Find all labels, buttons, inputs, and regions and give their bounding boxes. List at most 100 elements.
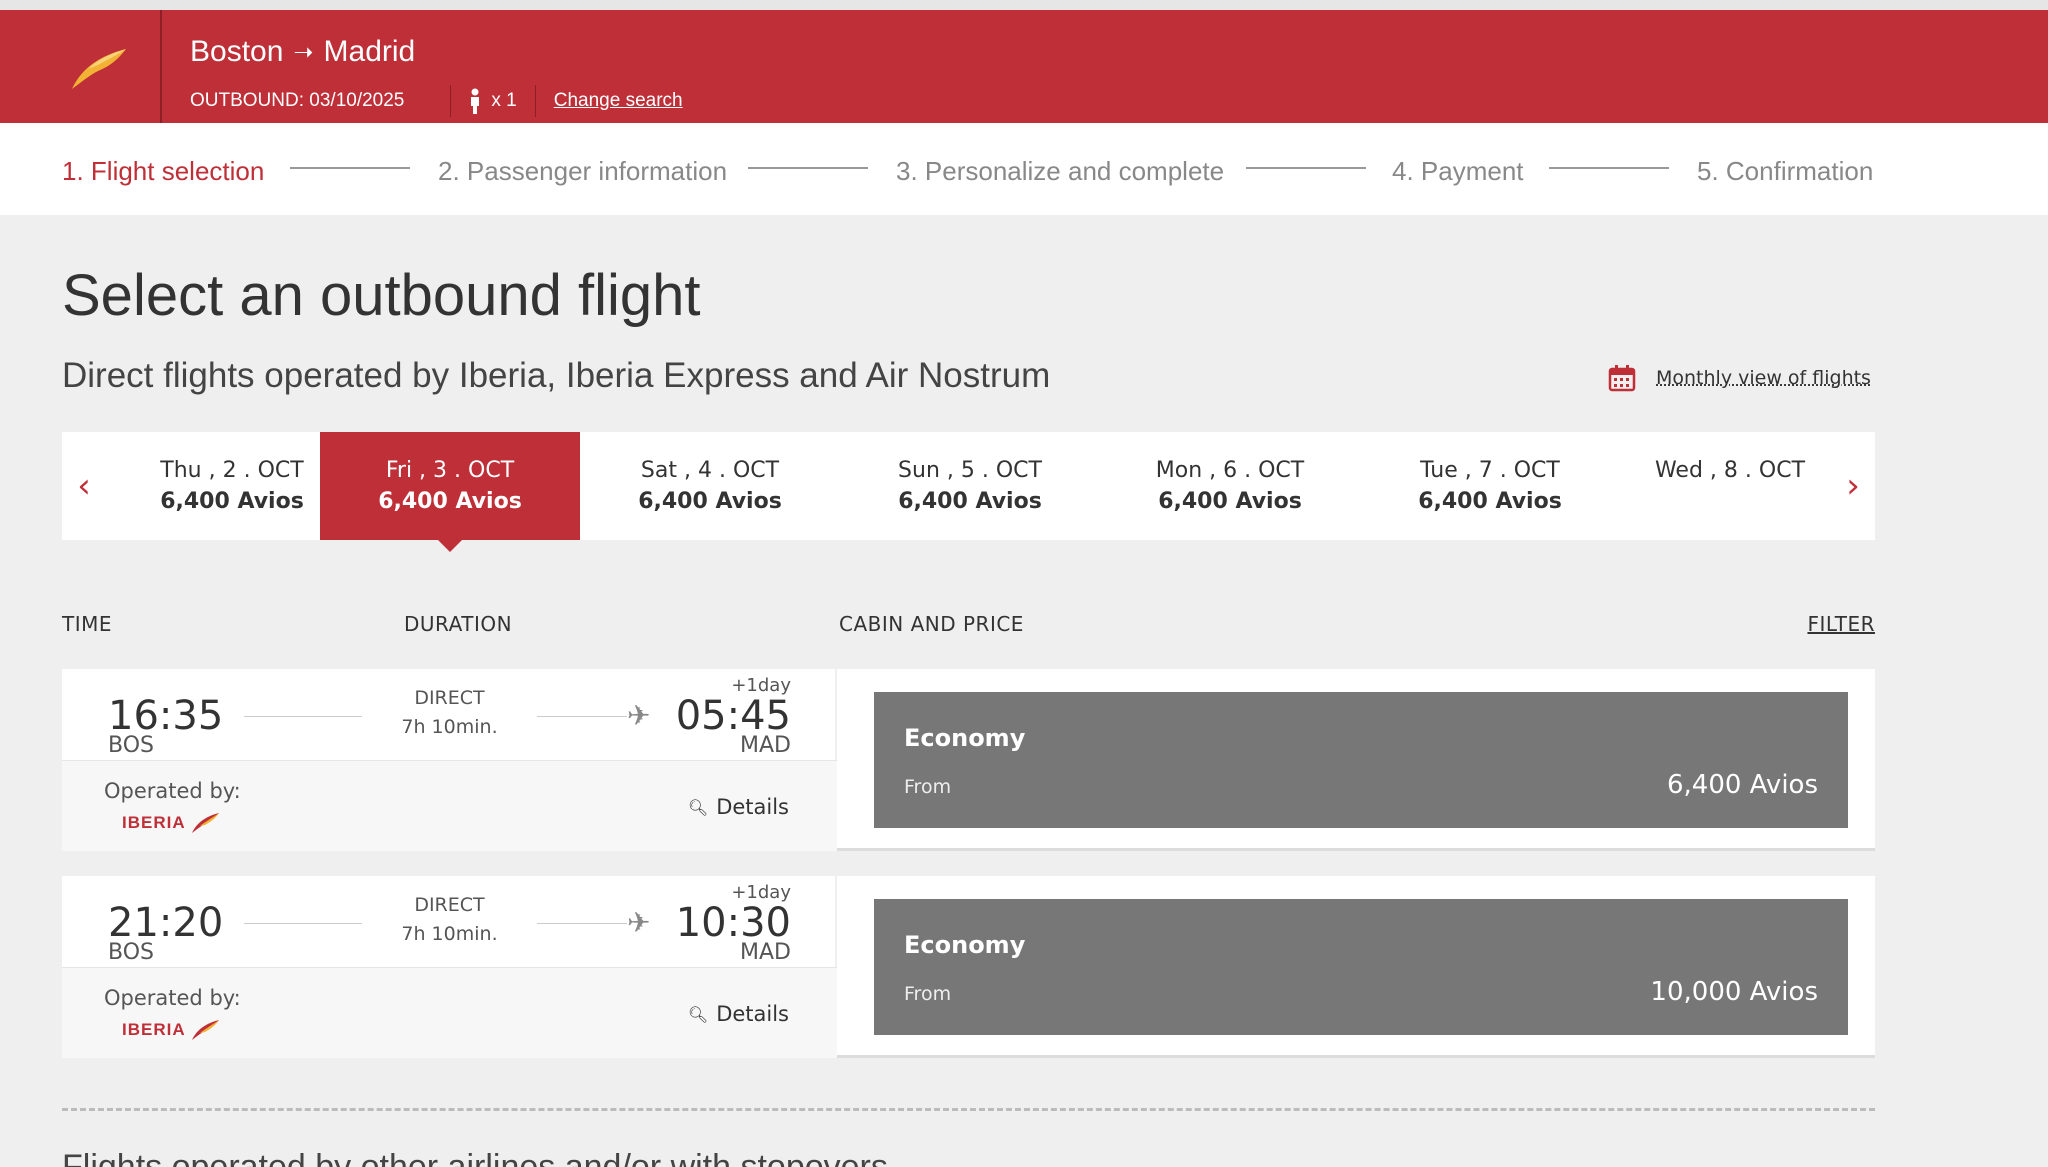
iberia-airline-logo: IBERIA <box>122 811 220 835</box>
from-label: From <box>904 776 952 798</box>
divider <box>534 85 536 117</box>
route-title: Boston ➝ Madrid <box>190 35 415 69</box>
flight-duration: 7h 10min. <box>401 923 498 945</box>
search-summary: OUTBOUND: 03/10/2025 x 1 Change search <box>190 85 683 117</box>
date-option-selected[interactable]: Fri , 3 . OCT 6,400 Avios <box>320 432 580 552</box>
flight-info: 21:20 BOS DIRECT 7h 10min. ✈ +1day 10:30… <box>62 876 837 1058</box>
iberia-wing-icon <box>191 1020 219 1040</box>
route-line <box>537 923 627 924</box>
cabin-name: Economy <box>904 931 1026 959</box>
date-option[interactable]: Wed , 8 . OCT <box>1620 432 1835 540</box>
date-day: Tue , 7 . OCT <box>1420 458 1560 483</box>
flight-times: 21:20 BOS DIRECT 7h 10min. ✈ +1day 10:30… <box>62 876 837 968</box>
date-carousel: ‹ Thu , 2 . OCT 6,400 Avios Fri , 3 . OC… <box>62 432 1875 552</box>
column-duration: DURATION <box>404 612 513 636</box>
step-divider <box>1246 167 1366 169</box>
date-price: 6,400 Avios <box>378 489 522 514</box>
operated-by-label: Operated by: <box>104 986 241 1010</box>
date-option[interactable]: Tue , 7 . OCT 6,400 Avios <box>1360 432 1620 540</box>
chevron-right-icon[interactable]: › <box>1833 432 1873 540</box>
destination-city: Madrid <box>323 35 416 68</box>
fare-price: 10,000 Avios <box>1650 977 1818 1007</box>
column-cabin-price: CABIN AND PRICE <box>839 612 1024 636</box>
monthly-view-label: Monthly view of flights <box>1656 367 1871 389</box>
flight-operator: Operated by: IBERIA 🔍︎ Details <box>62 968 837 1058</box>
outbound-date: 03/10/2025 <box>309 90 405 111</box>
airline-name: IBERIA <box>122 1020 186 1039</box>
other-flights-heading: Flights operated by other airlines and/o… <box>62 1148 888 1167</box>
iberia-airline-logo: IBERIA <box>122 1018 220 1042</box>
date-option[interactable]: Thu , 2 . OCT 6,400 Avios <box>62 432 322 540</box>
iberia-wing-icon <box>191 813 219 833</box>
operated-by-label: Operated by: <box>104 779 241 803</box>
date-option[interactable]: Mon , 6 . OCT 6,400 Avios <box>1100 432 1360 540</box>
change-search-link[interactable]: Change search <box>554 90 683 112</box>
route-line <box>537 716 627 717</box>
passenger-count-text: x 1 <box>491 90 517 111</box>
step-payment: 4. Payment <box>1392 156 1524 186</box>
person-icon <box>471 88 480 114</box>
airplane-icon: ✈ <box>627 699 651 732</box>
progress-steps: 1. Flight selection 2. Passenger informa… <box>0 123 2048 215</box>
date-option[interactable]: Sat , 4 . OCT 6,400 Avios <box>580 432 840 540</box>
airline-name: IBERIA <box>122 813 186 832</box>
outbound-label: OUTBOUND: <box>190 90 304 111</box>
flight-operator: Operated by: IBERIA 🔍︎ Details <box>62 761 837 851</box>
arrival-airport: MAD <box>740 733 791 758</box>
monthly-view-link[interactable]: Monthly view of flights <box>1608 364 1871 392</box>
economy-fare-button[interactable]: Economy From 6,400 Avios <box>874 692 1848 828</box>
arrival-airport: MAD <box>740 940 791 965</box>
step-confirmation: 5. Confirmation <box>1697 156 1874 186</box>
date-day: Thu , 2 . OCT <box>160 458 304 483</box>
date-option[interactable]: Sun , 5 . OCT 6,400 Avios <box>840 432 1100 540</box>
route-line <box>244 716 362 717</box>
step-flight-selection[interactable]: 1. Flight selection <box>62 156 264 187</box>
iberia-wing-icon <box>72 49 126 89</box>
flight-type: DIRECT <box>414 687 485 709</box>
date-day: Mon , 6 . OCT <box>1155 458 1305 483</box>
route-line <box>244 923 362 924</box>
departure-airport: BOS <box>108 940 154 965</box>
details-label: Details <box>716 1002 789 1026</box>
origin-city: Boston <box>190 35 284 68</box>
departure-airport: BOS <box>108 733 154 758</box>
flight-row: 16:35 BOS DIRECT 7h 10min. ✈ +1day 05:45… <box>62 669 1875 851</box>
details-label: Details <box>716 795 789 819</box>
page-subtitle: Direct flights operated by Iberia, Iberi… <box>62 356 1051 395</box>
date-price: 6,400 Avios <box>638 489 782 514</box>
section-divider <box>62 1108 1875 1111</box>
airplane-icon: ✈ <box>627 906 651 939</box>
filter-link[interactable]: FILTER <box>1807 612 1875 636</box>
economy-fare-button[interactable]: Economy From 10,000 Avios <box>874 899 1848 1035</box>
booking-header: Boston ➝ Madrid OUTBOUND: 03/10/2025 x 1… <box>0 10 2048 123</box>
details-link[interactable]: 🔍︎ Details <box>688 1002 789 1026</box>
passenger-count: x 1 <box>469 88 517 114</box>
flight-duration: 7h 10min. <box>401 716 498 738</box>
iberia-logo[interactable] <box>0 10 162 123</box>
date-day: Wed , 8 . OCT <box>1654 458 1806 483</box>
date-price: 6,400 Avios <box>1418 489 1562 514</box>
calendar-icon <box>1608 365 1636 392</box>
arrow-right-icon: ➝ <box>293 38 314 66</box>
divider <box>450 85 452 117</box>
magnifier-icon: 🔍︎ <box>687 1004 709 1024</box>
flight-times: 16:35 BOS DIRECT 7h 10min. ✈ +1day 05:45… <box>62 669 837 761</box>
flight-info: 16:35 BOS DIRECT 7h 10min. ✈ +1day 05:45… <box>62 669 837 851</box>
cabin-name: Economy <box>904 724 1026 752</box>
column-time: TIME <box>62 612 113 636</box>
page-title: Select an outbound flight <box>62 263 701 328</box>
fare-price: 6,400 Avios <box>1666 770 1818 800</box>
date-day: Sat , 4 . OCT <box>640 458 780 483</box>
date-day: Sun , 5 . OCT <box>898 458 1042 483</box>
date-price: 6,400 Avios <box>160 489 304 514</box>
browser-top-strip <box>0 0 2048 10</box>
magnifier-icon: 🔍︎ <box>687 797 709 817</box>
step-divider <box>290 167 410 169</box>
step-divider <box>1549 167 1669 169</box>
date-price: 6,400 Avios <box>1158 489 1302 514</box>
from-label: From <box>904 983 952 1005</box>
step-passenger-information: 2. Passenger information <box>438 156 728 186</box>
step-personalize: 3. Personalize and complete <box>896 156 1225 186</box>
details-link[interactable]: 🔍︎ Details <box>688 795 789 819</box>
date-price: 6,400 Avios <box>898 489 1042 514</box>
